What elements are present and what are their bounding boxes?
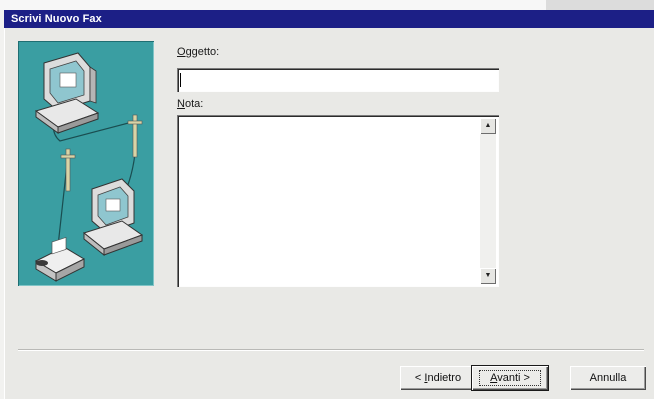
background-tab <box>546 0 654 10</box>
subject-input[interactable] <box>177 68 499 92</box>
computer-icon <box>82 178 144 257</box>
scroll-down-button[interactable]: ▼ <box>480 268 496 284</box>
telephone-pole-icon <box>127 114 143 158</box>
computer-icon <box>34 52 100 134</box>
note-textarea[interactable] <box>180 118 480 286</box>
subject-label: Oggetto: <box>177 46 220 58</box>
fax-machine-icon <box>34 236 86 282</box>
note-scrollbar[interactable]: ▲ ▼ <box>480 118 496 284</box>
new-fax-wizard-dialog: Scrivi Nuovo Fax Oggetto: Nota: ▲ ▼ < In… <box>4 10 654 399</box>
telephone-pole-icon <box>60 148 76 192</box>
dialog-title: Scrivi Nuovo Fax <box>4 10 654 28</box>
next-button[interactable]: Avanti > <box>472 366 548 390</box>
background-strip <box>0 0 654 10</box>
cancel-button[interactable]: Annulla <box>570 366 646 390</box>
back-button[interactable]: < Indietro <box>400 366 476 390</box>
note-textarea-frame: ▲ ▼ <box>177 115 499 287</box>
divider-highlight <box>18 350 644 351</box>
scroll-up-button[interactable]: ▲ <box>480 118 496 134</box>
fax-illustration <box>18 41 154 286</box>
note-label: Nota: <box>177 98 204 110</box>
text-caret <box>180 73 181 87</box>
